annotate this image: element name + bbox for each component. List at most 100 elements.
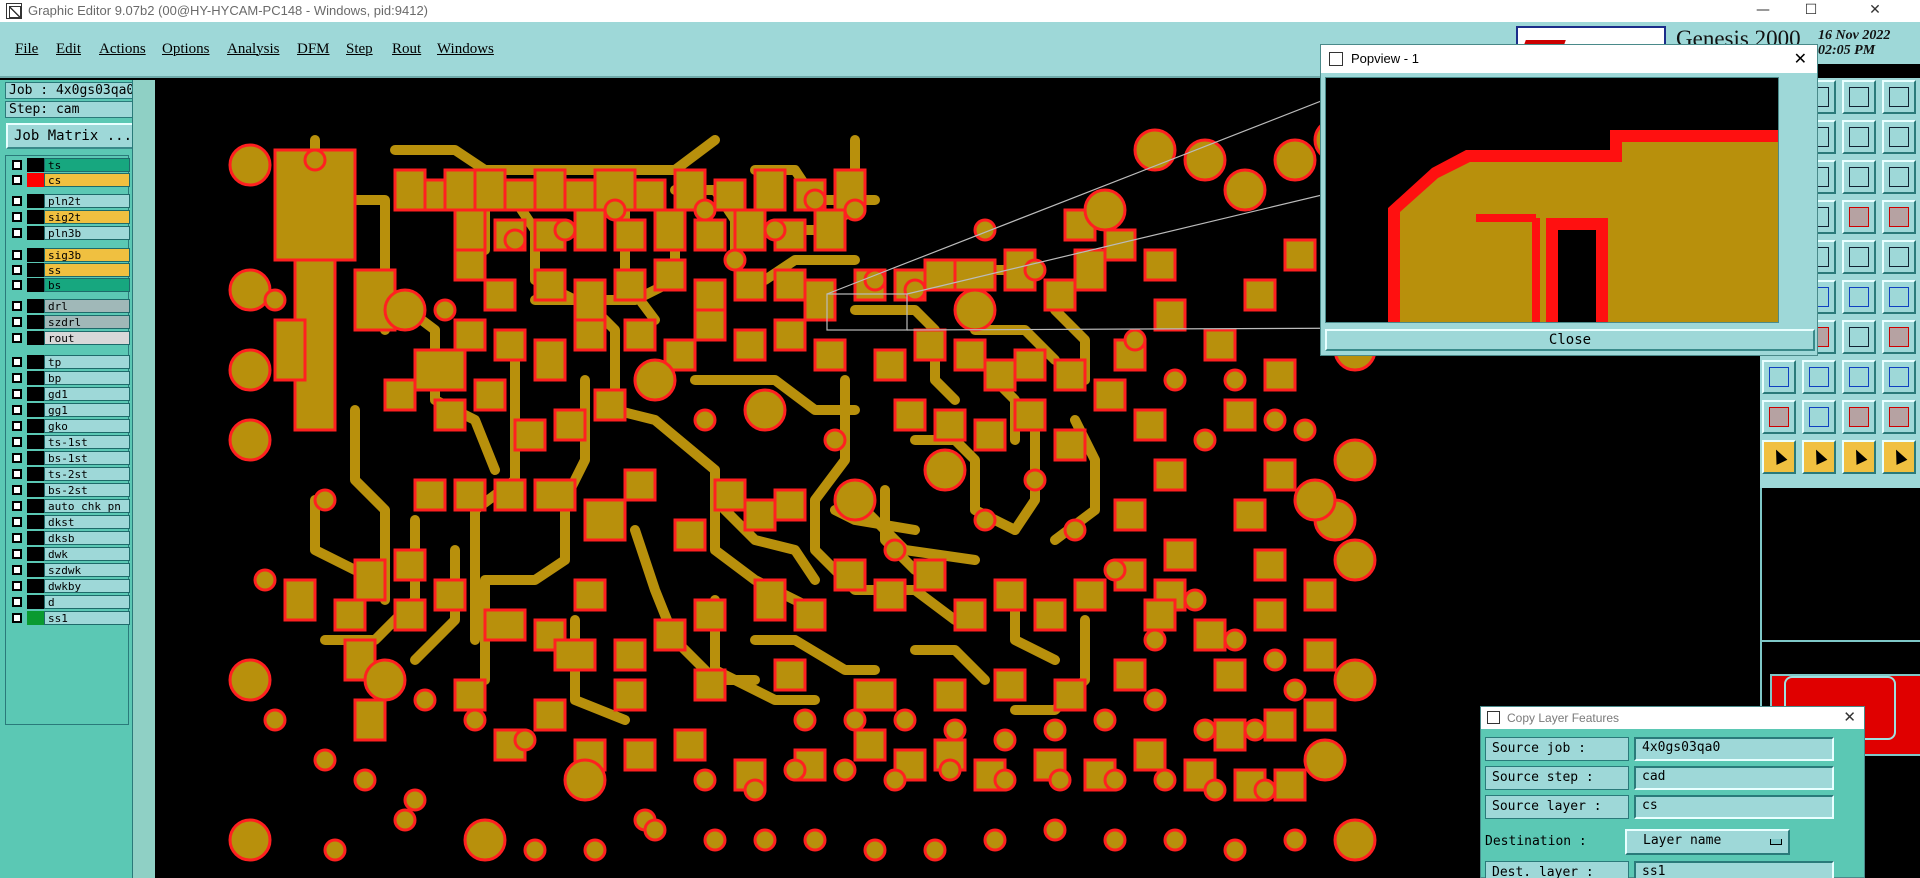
layer-row-pln3b[interactable]: pln3b — [10, 226, 130, 240]
menu-step[interactable]: Step — [346, 41, 373, 58]
layer-checkbox[interactable] — [12, 501, 22, 511]
destination-dropdown[interactable]: Layer name — [1625, 829, 1790, 855]
layer-name[interactable]: ss — [44, 263, 130, 277]
layer-checkbox[interactable] — [12, 357, 22, 367]
tool-button-drc[interactable] — [1762, 360, 1796, 394]
layer-row-bs[interactable]: bs — [10, 278, 130, 292]
tool-button-triangle-b[interactable] — [1842, 400, 1876, 434]
layer-checkbox[interactable] — [12, 485, 22, 495]
layer-name[interactable]: gg1 — [44, 403, 130, 417]
layer-color-swatch[interactable] — [27, 547, 44, 561]
layer-color-swatch[interactable] — [27, 194, 44, 208]
layer-row-gd1[interactable]: gd1 — [10, 387, 130, 401]
layer-row-dwkby[interactable]: dwkby — [10, 579, 130, 593]
layer-color-swatch[interactable] — [27, 315, 44, 329]
layer-color-swatch[interactable] — [27, 499, 44, 513]
tool-button-triangle-c[interactable] — [1882, 400, 1916, 434]
layer-checkbox[interactable] — [12, 212, 22, 222]
layer-name[interactable]: ts-2st — [44, 467, 130, 481]
layer-row-sig2t[interactable]: sig2t — [10, 210, 130, 224]
layer-color-swatch[interactable] — [27, 435, 44, 449]
menu-options[interactable]: Options — [162, 41, 210, 58]
tool-button-scale[interactable] — [1882, 120, 1916, 154]
layer-row-tp[interactable]: tp — [10, 355, 130, 369]
layer-row-d[interactable]: d — [10, 595, 130, 609]
layer-row-dksb[interactable]: dksb — [10, 531, 130, 545]
layer-row-bs-2st[interactable]: bs-2st — [10, 483, 130, 497]
popview-title-bar[interactable]: Popview - 1 ✕ — [1321, 45, 1817, 73]
tool-button-select-outline[interactable] — [1802, 440, 1836, 474]
layer-checkbox[interactable] — [12, 533, 22, 543]
tool-button-select[interactable] — [1762, 440, 1796, 474]
layer-color-swatch[interactable] — [27, 579, 44, 593]
layer-color-swatch[interactable] — [27, 451, 44, 465]
layer-color-swatch[interactable] — [27, 515, 44, 529]
layer-name[interactable]: gko — [44, 419, 130, 433]
layer-name[interactable]: ss1 — [44, 611, 130, 625]
layer-color-swatch[interactable] — [27, 467, 44, 481]
layer-row-cs[interactable]: cs — [10, 173, 130, 187]
layer-name[interactable]: bs-2st — [44, 483, 130, 497]
menu-file[interactable]: File — [15, 41, 38, 58]
popview-close-icon[interactable]: ✕ — [1794, 49, 1807, 68]
layer-color-swatch[interactable] — [27, 158, 44, 172]
layer-checkbox[interactable] — [12, 373, 22, 383]
layer-checkbox[interactable] — [12, 317, 22, 327]
layer-name[interactable]: gd1 — [44, 387, 130, 401]
layer-name[interactable]: szdrl — [44, 315, 130, 329]
maximize-button[interactable]: ☐ — [1788, 0, 1834, 22]
layer-checkbox[interactable] — [12, 265, 22, 275]
tool-button-layers[interactable] — [1842, 200, 1876, 234]
layer-checkbox[interactable] — [12, 613, 22, 623]
copy-dialog-close-icon[interactable]: ✕ — [1843, 708, 1856, 726]
layer-checkbox[interactable] — [12, 160, 22, 170]
graphic-canvas[interactable] — [155, 80, 1385, 878]
tool-button-net[interactable] — [1882, 200, 1916, 234]
layer-color-swatch[interactable] — [27, 531, 44, 545]
layer-color-swatch[interactable] — [27, 173, 44, 187]
layer-checkbox[interactable] — [12, 405, 22, 415]
layer-checkbox[interactable] — [12, 469, 22, 479]
menu-edit[interactable]: Edit — [56, 41, 81, 58]
layer-row-auto_chk_pn[interactable]: auto_chk_pn — [10, 499, 130, 513]
layer-color-swatch[interactable] — [27, 263, 44, 277]
menu-rout[interactable]: Rout — [392, 41, 421, 58]
layer-name[interactable]: tp — [44, 355, 130, 369]
layer-name[interactable]: bp — [44, 371, 130, 385]
tool-button-triangle-a[interactable] — [1802, 400, 1836, 434]
panel-scroll-strip[interactable] — [132, 80, 156, 878]
layer-color-swatch[interactable] — [27, 248, 44, 262]
layer-checkbox[interactable] — [12, 517, 22, 527]
tool-button-trace[interactable] — [1802, 360, 1836, 394]
layer-row-dkst[interactable]: dkst — [10, 515, 130, 529]
layer-color-swatch[interactable] — [27, 611, 44, 625]
layer-row-ts-2st[interactable]: ts-2st — [10, 467, 130, 481]
layer-name[interactable]: bs — [44, 278, 130, 292]
popview-zoom-view[interactable] — [1325, 77, 1779, 323]
tool-button-help[interactable] — [1882, 160, 1916, 194]
layer-color-swatch[interactable] — [27, 299, 44, 313]
dest-layer-field[interactable]: ss1 — [1634, 861, 1834, 878]
layer-name[interactable]: pln2t — [44, 194, 130, 208]
layer-checkbox[interactable] — [12, 228, 22, 238]
tool-button-pan[interactable] — [1882, 80, 1916, 114]
copy-dialog-title-bar[interactable]: Copy Layer Features ✕ — [1481, 707, 1864, 729]
layer-row-rout[interactable]: rout — [10, 331, 130, 345]
layer-checkbox[interactable] — [12, 549, 22, 559]
layer-checkbox[interactable] — [12, 196, 22, 206]
tool-button-zoom[interactable] — [1842, 80, 1876, 114]
layer-color-swatch[interactable] — [27, 563, 44, 577]
layer-color-swatch[interactable] — [27, 387, 44, 401]
tool-button-flip[interactable] — [1842, 120, 1876, 154]
layer-name[interactable]: dwk — [44, 547, 130, 561]
close-window-button[interactable]: ✕ — [1852, 0, 1898, 22]
menu-actions[interactable]: Actions — [99, 41, 146, 58]
layer-row-ts[interactable]: ts — [10, 158, 130, 172]
layer-checkbox[interactable] — [12, 333, 22, 343]
layer-checkbox[interactable] — [12, 389, 22, 399]
layer-checkbox[interactable] — [12, 581, 22, 591]
tool-button-select-multi[interactable] — [1882, 440, 1916, 474]
layer-row-ss1[interactable]: ss1 — [10, 611, 130, 625]
layer-checkbox[interactable] — [12, 280, 22, 290]
layer-name[interactable]: drl — [44, 299, 130, 313]
